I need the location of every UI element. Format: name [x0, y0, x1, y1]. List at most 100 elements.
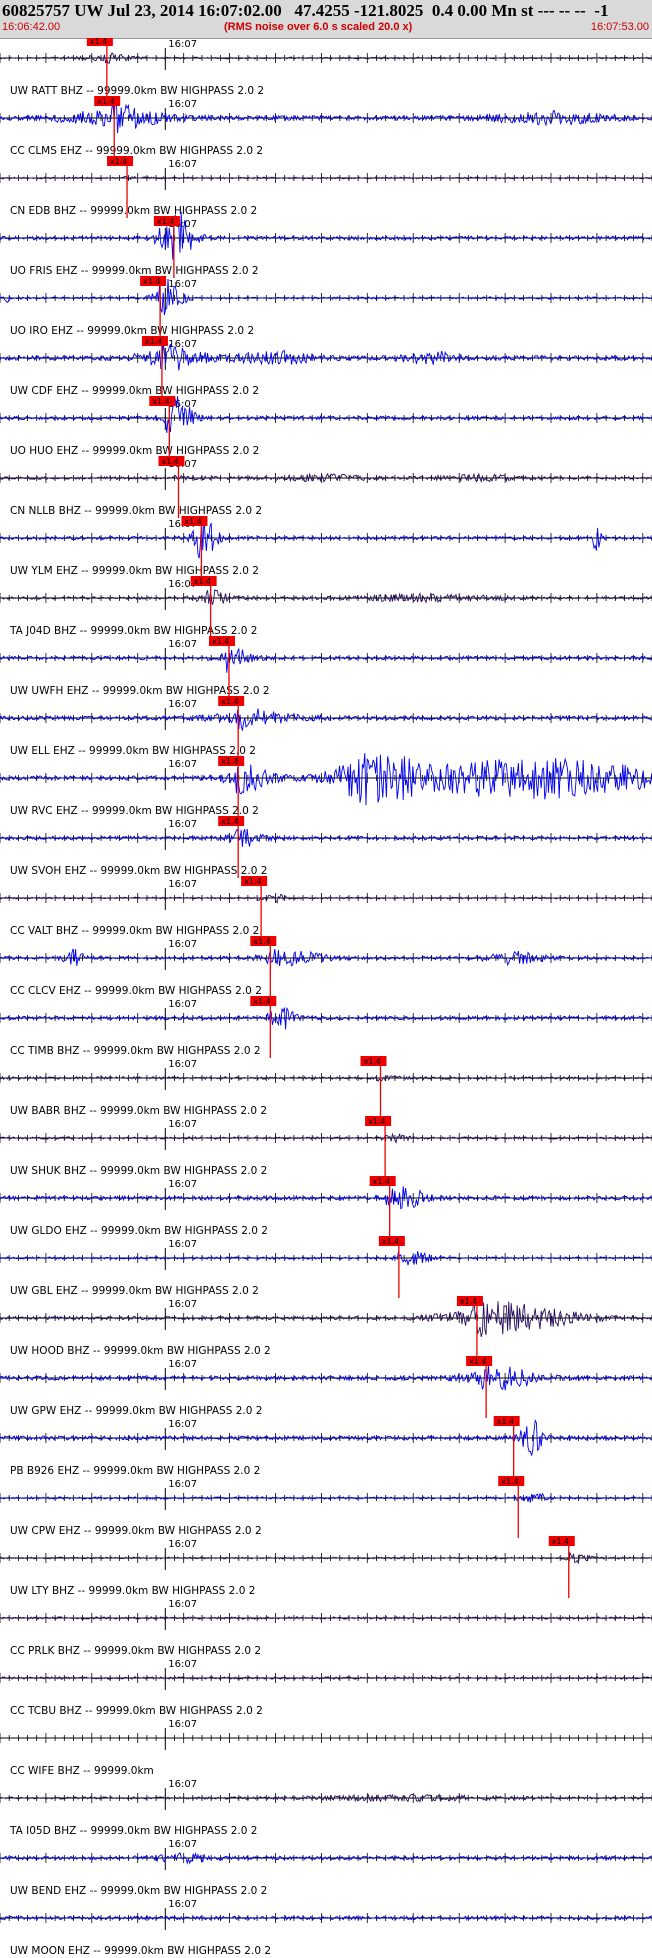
station-label: UW HOOD BHZ -- 99999.0km BW HIGHPASS 2.0… — [10, 1345, 271, 1357]
event-title: 60825757 UW Jul 23, 2014 16:07:02.00 47.… — [2, 1, 609, 20]
station-label: PB B926 EHZ -- 99999.0km BW HIGHPASS 2.0… — [10, 1465, 260, 1477]
waveform-trace — [0, 1006, 652, 1030]
minute-tick-label: 16:07 — [168, 819, 197, 830]
pick-tag-label: x1.4 — [501, 1477, 518, 1486]
waveform-trace — [0, 1551, 652, 1565]
waveform-trace — [0, 1915, 652, 1921]
station-label: CC PRLK BHZ -- 99999.0km BW HIGHPASS 2.0… — [10, 1645, 261, 1657]
minute-tick-label: 16:07 — [168, 759, 197, 770]
minute-tick-label: 16:07 — [168, 1419, 197, 1430]
minute-tick-label: 16:07 — [168, 1479, 197, 1490]
station-label: CN EDB BHZ -- 99999.0km BW HIGHPASS 2.0 … — [10, 205, 257, 217]
station-label: CC CLMS EHZ -- 99999.0km BW HIGHPASS 2.0… — [10, 145, 263, 157]
station-label: UW BABR BHZ -- 99999.0km BW HIGHPASS 2.0… — [10, 1105, 267, 1117]
minute-tick-label: 16:07 — [168, 99, 197, 110]
waveform-trace — [0, 893, 652, 904]
waveform-trace — [0, 1186, 652, 1210]
minute-tick-label: 16:07 — [168, 279, 197, 290]
minute-tick-label: 16:07 — [168, 1659, 197, 1670]
station-label: UW SHUK BHZ -- 99999.0km BW HIGHPASS 2.0… — [10, 1165, 267, 1177]
waveform-trace — [0, 175, 652, 181]
waveform-trace — [0, 278, 652, 316]
minute-tick-label: 16:07 — [168, 999, 197, 1010]
pick-tag-label: x1.4 — [143, 277, 160, 286]
pick-tag-label: x1.4 — [110, 157, 127, 166]
minute-tick-label: 16:07 — [168, 1539, 197, 1550]
station-label: UW CPW EHZ -- 99999.0km BW HIGHPASS 2.0 … — [10, 1525, 262, 1537]
start-time-label: 16:06:42.00 — [2, 21, 61, 33]
station-label: UW GPW EHZ -- 99999.0km BW HIGHPASS 2.0 … — [10, 1405, 262, 1417]
pick-tag-label: x1.4 — [364, 1057, 381, 1066]
minute-tick-label: 16:07 — [168, 1239, 197, 1250]
station-label: UO IRO EHZ -- 99999.0km BW HIGHPASS 2.0 … — [10, 325, 254, 337]
waveform-trace — [0, 647, 652, 673]
pick-tag-label: x1.4 — [221, 817, 238, 826]
minute-tick-label: 16:07 — [168, 1899, 197, 1910]
minute-tick-label: 16:07 — [168, 1839, 197, 1850]
minute-tick-label: 16:07 — [168, 1359, 197, 1370]
station-label: UW SVOH EHZ -- 99999.0km BW HIGHPASS 2.0… — [10, 865, 267, 877]
pick-tag-label: x1.4 — [221, 757, 238, 766]
pick-tag-label: x1.4 — [469, 1357, 486, 1366]
pick-tag-label: x1.4 — [194, 577, 211, 586]
pick-tag-label: x1.4 — [221, 697, 238, 706]
minute-tick-label: 16:07 — [168, 939, 197, 950]
station-label: CC TIMB BHZ -- 99999.0km BW HIGHPASS 2.0… — [10, 1045, 261, 1057]
pick-tag-label: x1.4 — [253, 937, 270, 946]
station-label: UW GLDO EHZ -- 99999.0km BW HIGHPASS 2.0… — [10, 1225, 268, 1237]
pick-tag-label: x1.4 — [368, 1117, 385, 1126]
minute-tick-label: 16:07 — [168, 879, 197, 890]
minute-tick-label: 16:07 — [168, 39, 197, 50]
waveform-trace — [0, 948, 652, 967]
minute-tick-label: 16:07 — [168, 1719, 197, 1730]
waveform-trace — [0, 1296, 652, 1338]
pick-tag-label: x1.4 — [497, 1417, 514, 1426]
pick-tag-label: x1.4 — [212, 637, 229, 646]
waveform-trace — [0, 341, 652, 371]
pick-tag-label: x1.4 — [145, 337, 162, 346]
minute-tick-label: 16:07 — [168, 159, 197, 170]
waveform-trace — [0, 472, 652, 484]
station-label: UW CDF EHZ -- 99999.0km BW HIGHPASS 2.0 … — [10, 385, 259, 397]
station-label: UW RATT BHZ -- 99999.0km BW HIGHPASS 2.0… — [10, 85, 264, 97]
station-label: UW MOON EHZ -- 99999.0km BW HIGHPASS 2.0… — [10, 1945, 271, 1957]
pick-tag-label: x1.4 — [90, 38, 107, 46]
station-label: CC CLCV EHZ -- 99999.0km BW HIGHPASS 2.0… — [10, 985, 262, 997]
waveform-trace — [0, 708, 652, 731]
pick-tag-label: x1.4 — [184, 517, 201, 526]
minute-tick-label: 16:07 — [168, 1179, 197, 1190]
pick-tag-label: x1.4 — [244, 877, 261, 886]
station-label: TA J04D BHZ -- 99999.0km BW HIGHPASS 2.0… — [9, 625, 257, 637]
station-label: UW UWFH EHZ -- 99999.0km BW HIGHPASS 2.0… — [10, 685, 270, 697]
station-label: UO FRIS EHZ -- 99999.0km BW HIGHPASS 2.0… — [10, 265, 259, 277]
station-label: TA I05D BHZ -- 99999.0km BW HIGHPASS 2.0… — [9, 1825, 257, 1837]
waveform-trace — [0, 1616, 652, 1620]
seismogram-panel: 16:07 UW RATT BHZ -- 99999.0km BW HIGHPAS… — [0, 38, 652, 1957]
pick-tag-label: x1.4 — [157, 217, 174, 226]
station-label: UO HUO EHZ -- 99999.0km BW HIGHPASS 2.0 … — [10, 445, 259, 457]
waveform-trace — [0, 518, 652, 559]
waveform-trace — [0, 1851, 652, 1865]
pick-tag-label: x1.4 — [253, 997, 270, 1006]
waveform-trace — [0, 1492, 652, 1503]
station-label: UW YLM EHZ -- 99999.0km BW HIGHPASS 2.0 … — [10, 565, 259, 577]
minute-tick-label: 16:07 — [168, 699, 197, 710]
station-label: CC VALT BHZ -- 99999.0km BW HIGHPASS 2.0… — [10, 925, 259, 937]
pick-tag-label: x1.4 — [552, 1537, 569, 1546]
station-label: UW RVC EHZ -- 99999.0km BW HIGHPASS 2.0 … — [10, 805, 259, 817]
pick-tag-label: x1.4 — [161, 457, 178, 466]
station-label: CC TCBU BHZ -- 99999.0km BW HIGHPASS 2.0… — [10, 1705, 263, 1717]
waveform-trace — [0, 211, 652, 260]
minute-tick-label: 16:07 — [168, 1299, 197, 1310]
waveform-trace — [0, 1793, 652, 1803]
pick-tag-label: x1.4 — [382, 1237, 399, 1246]
pick-tag-label: x1.4 — [97, 97, 114, 106]
pick-tag-label: x1.4 — [152, 397, 169, 406]
minute-tick-label: 16:07 — [168, 1059, 197, 1070]
minute-tick-label: 16:07 — [168, 1599, 197, 1610]
minute-tick-label: 16:07 — [168, 639, 197, 650]
station-label: UW LTY BHZ -- 99999.0km BW HIGHPASS 2.0 … — [10, 1585, 255, 1597]
station-label: CC WIFE BHZ -- 99999.0km — [10, 1765, 154, 1777]
minute-tick-label: 16:07 — [168, 1119, 197, 1130]
pick-tag-label: x1.4 — [373, 1177, 390, 1186]
